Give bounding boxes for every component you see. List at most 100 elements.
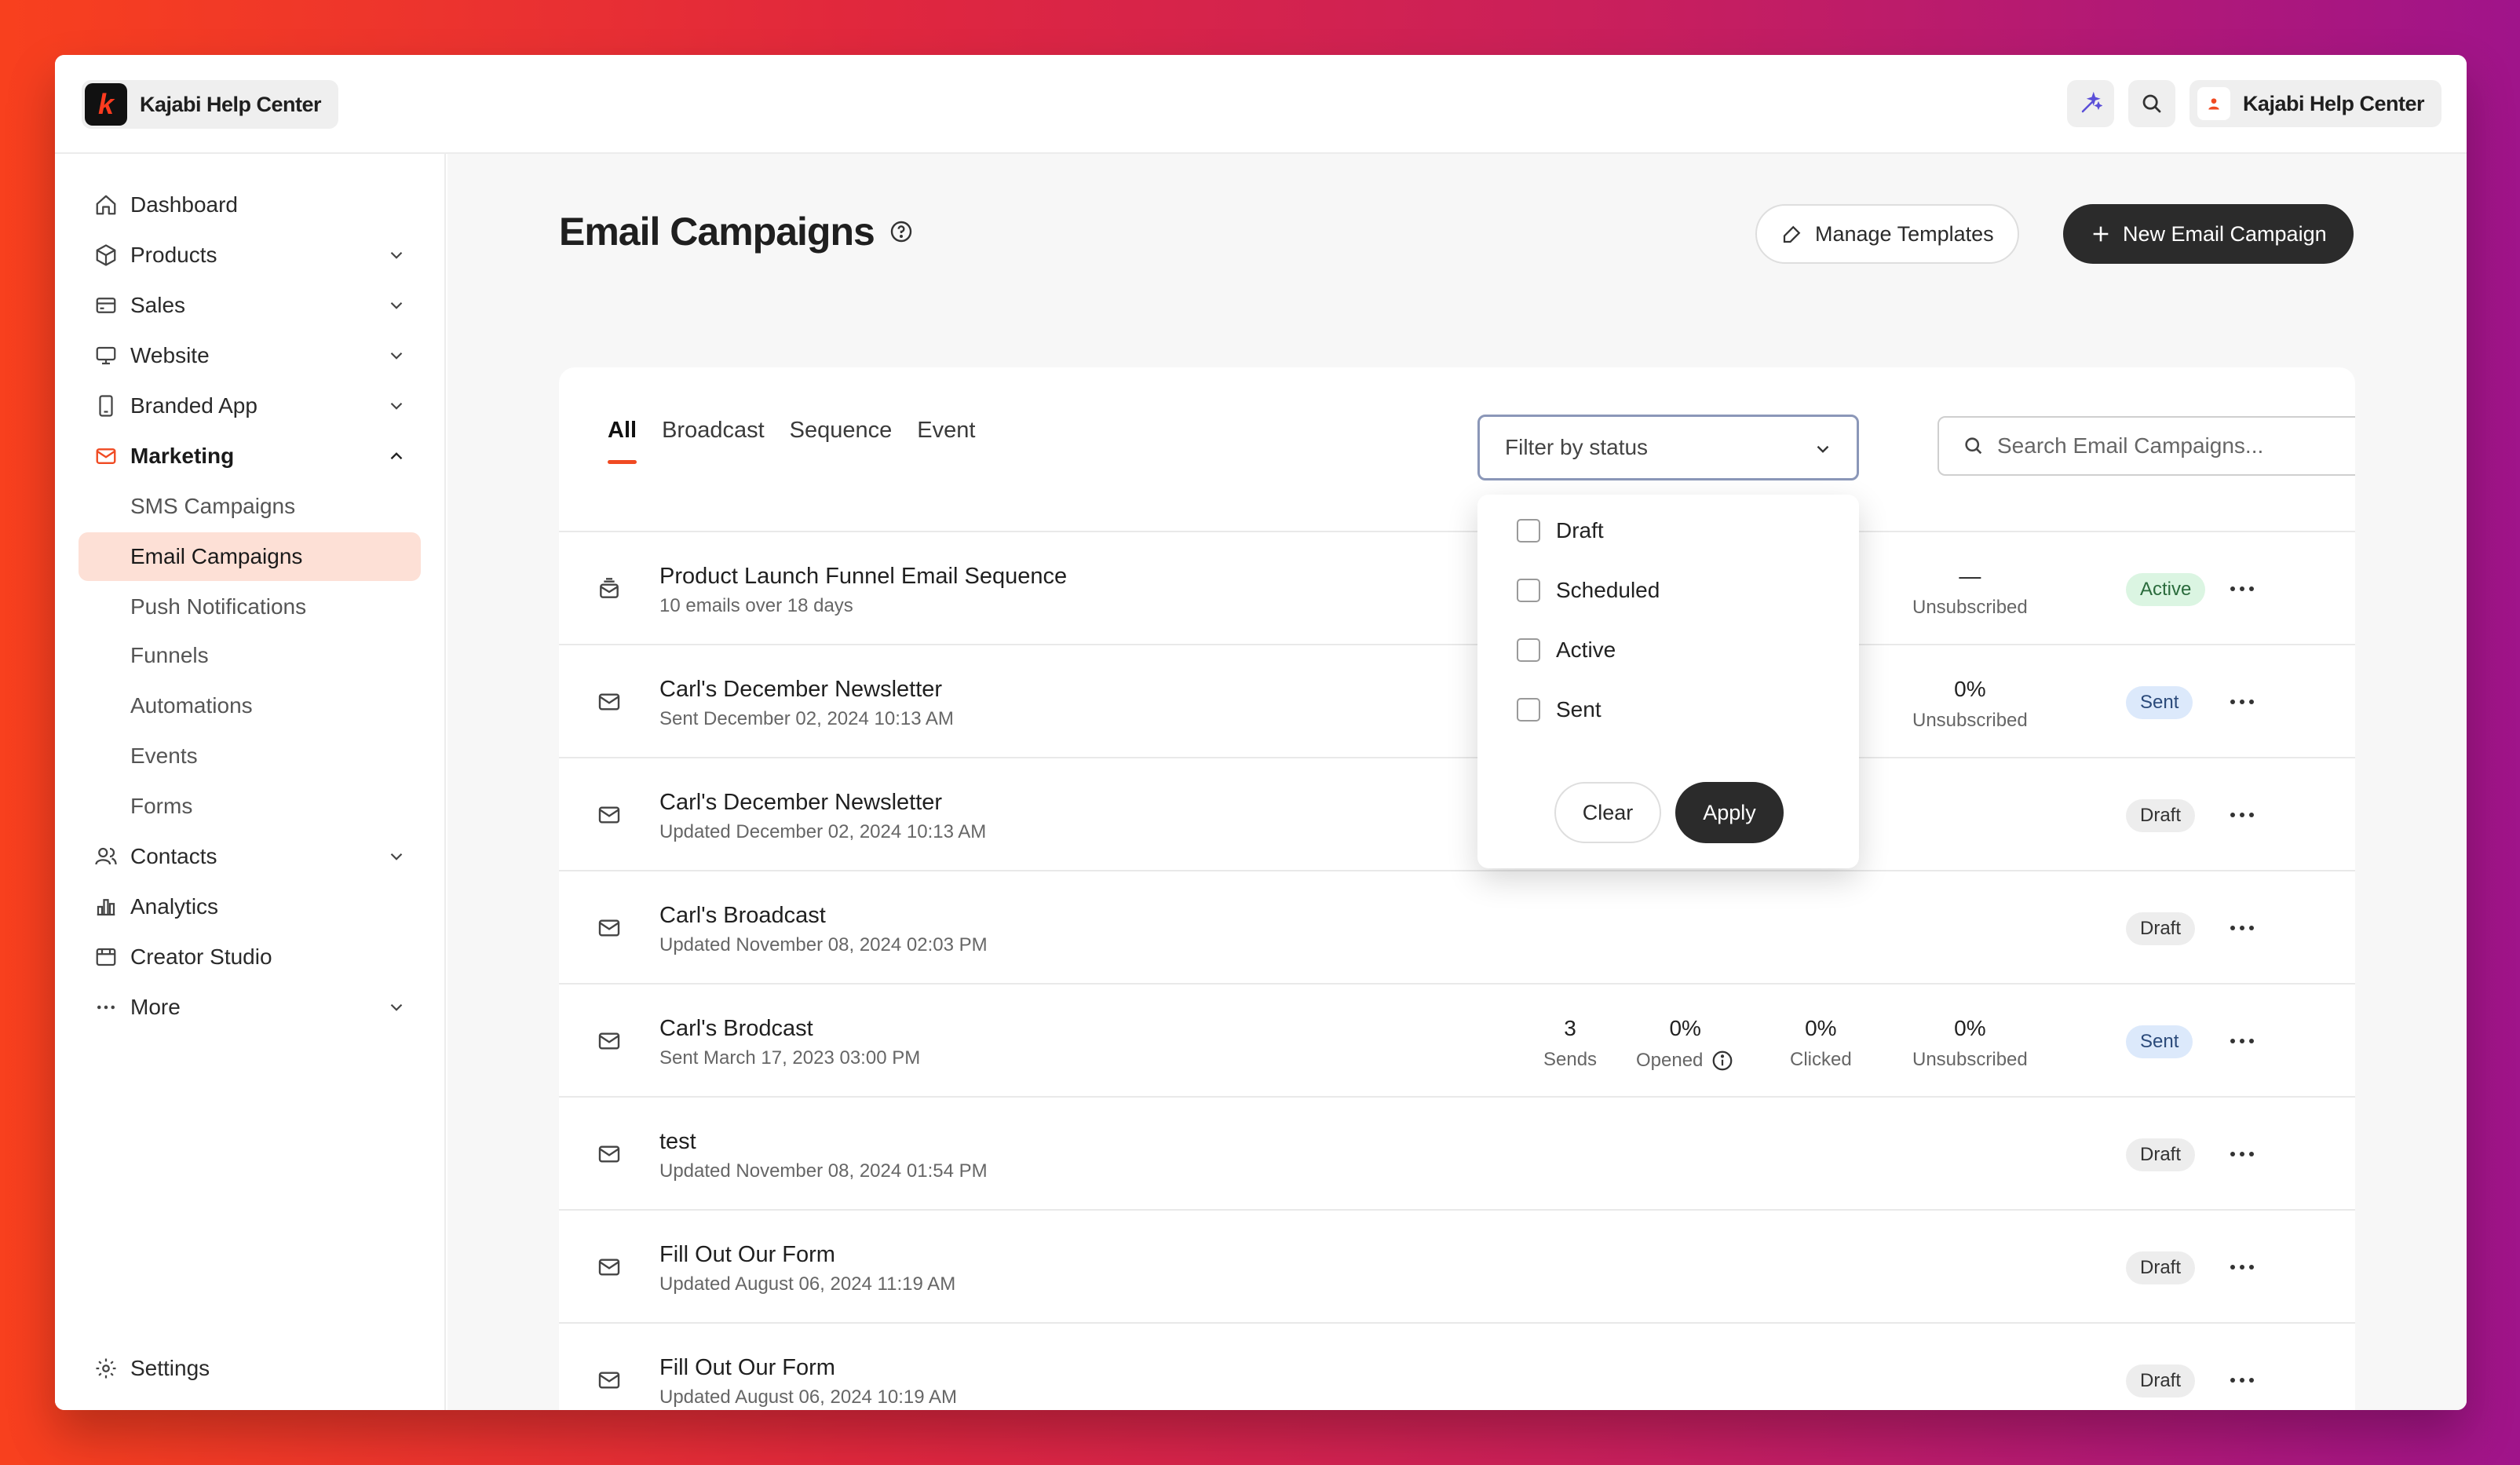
- sidebar-item-settings[interactable]: Settings: [79, 1344, 421, 1393]
- status-badge: Draft: [2126, 1251, 2196, 1284]
- campaign-row[interactable]: Carl's December Newsletter Updated Decem…: [559, 757, 2355, 870]
- sidebar-item-website[interactable]: Website: [79, 331, 421, 380]
- campaign-subtitle: Updated August 06, 2024 10:19 AM: [659, 1386, 957, 1408]
- row-actions-button[interactable]: [2225, 801, 2259, 829]
- campaign-subtitle: Updated November 08, 2024 01:54 PM: [659, 1160, 988, 1182]
- campaign-row[interactable]: Carl's Brodcast Sent March 17, 2023 03:0…: [559, 983, 2355, 1096]
- filter-option-active[interactable]: Active: [1517, 638, 1616, 663]
- filter-option-label: Sent: [1556, 697, 1601, 722]
- sidebar-item-label: Push Notifications: [130, 594, 307, 619]
- more-icon: [93, 994, 119, 1021]
- bar-chart-icon: [93, 893, 119, 920]
- sidebar-item-automations[interactable]: Automations: [79, 681, 421, 730]
- top-bar: k Kajabi Help Center Kajabi Help Center: [55, 55, 2467, 154]
- sidebar-item-marketing[interactable]: Marketing: [79, 432, 421, 480]
- row-actions-button[interactable]: [2225, 688, 2259, 716]
- sidebar-item-email-campaigns[interactable]: Email Campaigns: [79, 532, 421, 581]
- sidebar-item-creator-studio[interactable]: Creator Studio: [79, 933, 421, 981]
- kajabi-logo-icon: k: [85, 83, 127, 126]
- sidebar-item-label: Email Campaigns: [130, 544, 303, 568]
- search-icon: [2142, 94, 2161, 113]
- stat-unsubscribed: 0% Unsubscribed: [1912, 1016, 2028, 1070]
- filter-option-draft[interactable]: Draft: [1517, 518, 1604, 543]
- new-email-campaign-button[interactable]: New Email Campaign: [2063, 204, 2354, 264]
- main-content: Email Campaigns Manage Templates New Ema…: [447, 154, 2467, 1410]
- page-title-text: Email Campaigns: [559, 210, 875, 254]
- sparkle-icon: [2081, 92, 2102, 113]
- info-icon[interactable]: [1711, 1049, 1734, 1072]
- checkbox[interactable]: [1517, 579, 1540, 602]
- campaign-title: Fill Out Our Form: [659, 1242, 835, 1267]
- chevron-up-icon: [390, 452, 403, 460]
- search-placeholder: Search Email Campaigns...: [1997, 433, 2264, 458]
- sidebar-item-label: Analytics: [130, 894, 219, 919]
- campaign-row[interactable]: test Updated November 08, 2024 01:54 PM …: [559, 1096, 2355, 1209]
- manage-templates-button[interactable]: Manage Templates: [1755, 204, 2019, 264]
- sidebar-item-contacts[interactable]: Contacts: [79, 832, 421, 881]
- status-filter-dropdown: Draft Scheduled Active Sent Clear Apply: [1477, 495, 1859, 868]
- campaign-row[interactable]: Carl's December Newsletter Sent December…: [559, 644, 2355, 757]
- mail-icon: [598, 806, 620, 824]
- sidebar-item-label: Website: [130, 343, 210, 367]
- chevron-down-icon: [390, 853, 403, 860]
- sidebar-item-label: Products: [130, 243, 217, 267]
- tab-event[interactable]: Event: [917, 418, 975, 464]
- campaign-row[interactable]: Product Launch Funnel Email Sequence 10 …: [559, 531, 2355, 644]
- tab-all[interactable]: All: [608, 418, 637, 464]
- chevron-down-icon: [1817, 445, 1829, 453]
- campaign-row[interactable]: Fill Out Our Form Updated August 06, 202…: [559, 1322, 2355, 1410]
- sidebar-item-label: Dashboard: [130, 192, 238, 217]
- stat-clicked: 0% Clicked: [1790, 1016, 1852, 1070]
- sidebar-item-sms-campaigns[interactable]: SMS Campaigns: [79, 482, 421, 531]
- apply-filter-button[interactable]: Apply: [1675, 782, 1784, 843]
- film-icon: [93, 944, 119, 970]
- sidebar-item-forms[interactable]: Forms: [79, 782, 421, 831]
- ai-assistant-button[interactable]: [2066, 80, 2114, 127]
- row-actions-button[interactable]: [2225, 1253, 2259, 1281]
- credit-card-icon: [93, 292, 119, 319]
- sidebar-item-sales[interactable]: Sales: [79, 281, 421, 330]
- filter-option-sent[interactable]: Sent: [1517, 697, 1601, 722]
- campaign-row[interactable]: Carl's Broadcast Updated November 08, 20…: [559, 870, 2355, 983]
- campaign-row[interactable]: Fill Out Our Form Updated August 06, 202…: [559, 1209, 2355, 1322]
- row-actions-button[interactable]: [2225, 914, 2259, 942]
- global-search-button[interactable]: [2127, 80, 2175, 127]
- sidebar-item-products[interactable]: Products: [79, 231, 421, 279]
- brand-switcher[interactable]: k Kajabi Help Center: [82, 80, 339, 129]
- clear-filter-button[interactable]: Clear: [1554, 782, 1661, 843]
- campaign-list: Product Launch Funnel Email Sequence 10 …: [559, 531, 2355, 1410]
- sidebar-item-label: Events: [130, 743, 198, 768]
- page-title: Email Campaigns: [559, 209, 914, 254]
- sidebar-item-more[interactable]: More: [79, 983, 421, 1032]
- sidebar-item-funnels[interactable]: Funnels: [79, 631, 421, 680]
- status-badge: Active: [2126, 573, 2206, 606]
- sidebar-item-label: Branded App: [130, 393, 257, 418]
- row-actions-button[interactable]: [2225, 1366, 2259, 1394]
- row-actions-button[interactable]: [2225, 1140, 2259, 1168]
- help-icon[interactable]: [889, 219, 914, 244]
- search-campaigns-input[interactable]: Search Email Campaigns...: [1937, 416, 2355, 476]
- search-icon: [1965, 437, 1982, 455]
- sidebar-item-events[interactable]: Events: [79, 732, 421, 780]
- checkbox[interactable]: [1517, 698, 1540, 722]
- campaign-subtitle: Updated November 08, 2024 02:03 PM: [659, 934, 988, 955]
- chevron-down-icon: [390, 301, 403, 309]
- sidebar-item-analytics[interactable]: Analytics: [79, 882, 421, 931]
- sidebar-item-branded-app[interactable]: Branded App: [79, 382, 421, 430]
- sidebar-item-dashboard[interactable]: Dashboard: [79, 181, 421, 229]
- monitor-icon: [93, 342, 119, 369]
- row-actions-button[interactable]: [2225, 1027, 2259, 1055]
- tab-broadcast[interactable]: Broadcast: [662, 418, 765, 464]
- account-menu[interactable]: Kajabi Help Center: [2189, 80, 2441, 127]
- checkbox[interactable]: [1517, 519, 1540, 543]
- stat-opened: 0% Opened: [1636, 1016, 1734, 1072]
- campaign-subtitle: 10 emails over 18 days: [659, 595, 853, 616]
- status-badge: Draft: [2126, 1365, 2196, 1397]
- filter-option-scheduled[interactable]: Scheduled: [1517, 578, 1660, 603]
- filter-by-status-select[interactable]: Filter by status: [1477, 415, 1859, 480]
- row-actions-button[interactable]: [2225, 575, 2259, 603]
- tab-sequence[interactable]: Sequence: [790, 418, 893, 464]
- checkbox[interactable]: [1517, 638, 1540, 662]
- phone-icon: [93, 393, 119, 419]
- sidebar-item-push-notifications[interactable]: Push Notifications: [79, 583, 421, 631]
